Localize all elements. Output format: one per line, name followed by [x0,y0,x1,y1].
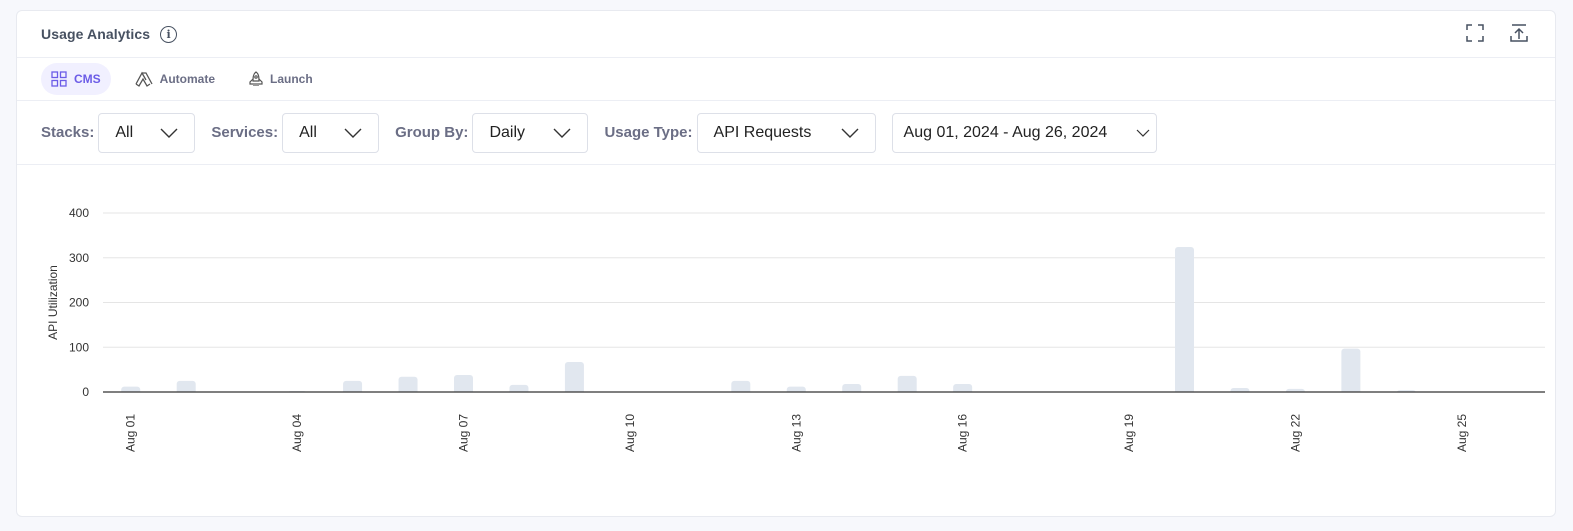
tab-label: CMS [74,72,101,86]
chevron-down-icon [344,128,362,138]
tab-automate[interactable]: Automate [125,63,225,95]
usage-analytics-card: Usage Analytics i CMS Automate Launch St… [16,10,1556,517]
tab-label: Launch [270,72,313,86]
x-tick-label: Aug 25 [1455,414,1469,452]
usage-type-value: API Requests [713,123,812,141]
bar [1175,247,1194,395]
stacks-label: Stacks: [41,124,95,141]
services-dropdown[interactable]: All [282,112,380,153]
services-value: All [299,123,317,141]
usage-type-dropdown[interactable]: API Requests [696,112,876,153]
x-tick-label: Aug 04 [290,414,304,452]
tab-cms[interactable]: CMS [41,63,111,95]
y-axis-label: API Utilization [46,265,60,340]
card-header: Usage Analytics i [17,11,1555,58]
services-label: Services: [211,124,279,141]
export-icon[interactable] [1509,23,1529,43]
x-tick-label: Aug 10 [623,414,637,452]
group-by-dropdown[interactable]: Daily [472,112,589,153]
chevron-down-icon [160,128,178,138]
y-tick-label: 100 [69,340,89,354]
y-tick-label: 0 [82,385,89,399]
x-tick-label: Aug 07 [457,414,471,452]
group-by-value: Daily [489,123,525,141]
x-tick-label: Aug 16 [956,414,970,452]
tab-label: Automate [159,72,216,86]
usage-bar-chart: 0 100 200 300 400 API Utilization Aug 01 Aug 04… [46,206,1545,452]
card-title: Usage Analytics [41,26,151,42]
x-tick-label: Aug 19 [1122,414,1136,452]
automate-icon [135,71,153,87]
stacks-dropdown[interactable]: All [98,112,196,153]
info-icon[interactable]: i [160,25,178,43]
y-tick-label: 200 [69,296,89,310]
x-tick-label: Aug 13 [789,414,803,452]
fullscreen-icon[interactable] [1465,23,1485,43]
date-range-value: Aug 01, 2024 - Aug 26, 2024 [903,123,1108,141]
product-tabs: CMS Automate Launch [17,58,1555,101]
y-tick-label: 400 [69,206,89,220]
usage-type-label: Usage Type: [604,124,693,141]
tab-launch[interactable]: Launch [239,63,323,95]
bar [1341,348,1361,395]
chevron-down-icon [553,128,571,138]
chevron-down-icon [1136,129,1149,137]
x-tick-label: Aug 22 [1288,414,1302,452]
grid-icon [51,71,67,87]
y-tick-label: 300 [69,251,89,265]
rocket-icon [249,71,263,86]
axis-mask [103,392,1545,422]
filter-bar: Stacks: All Services: All Group By: Dail… [17,101,1555,165]
stacks-value: All [115,123,134,141]
chevron-down-icon [841,128,859,138]
bar [564,362,584,395]
x-tick-label: Aug 01 [124,414,138,452]
date-range-picker[interactable]: Aug 01, 2024 - Aug 26, 2024 [891,112,1157,153]
group-by-label: Group By: [395,124,469,141]
